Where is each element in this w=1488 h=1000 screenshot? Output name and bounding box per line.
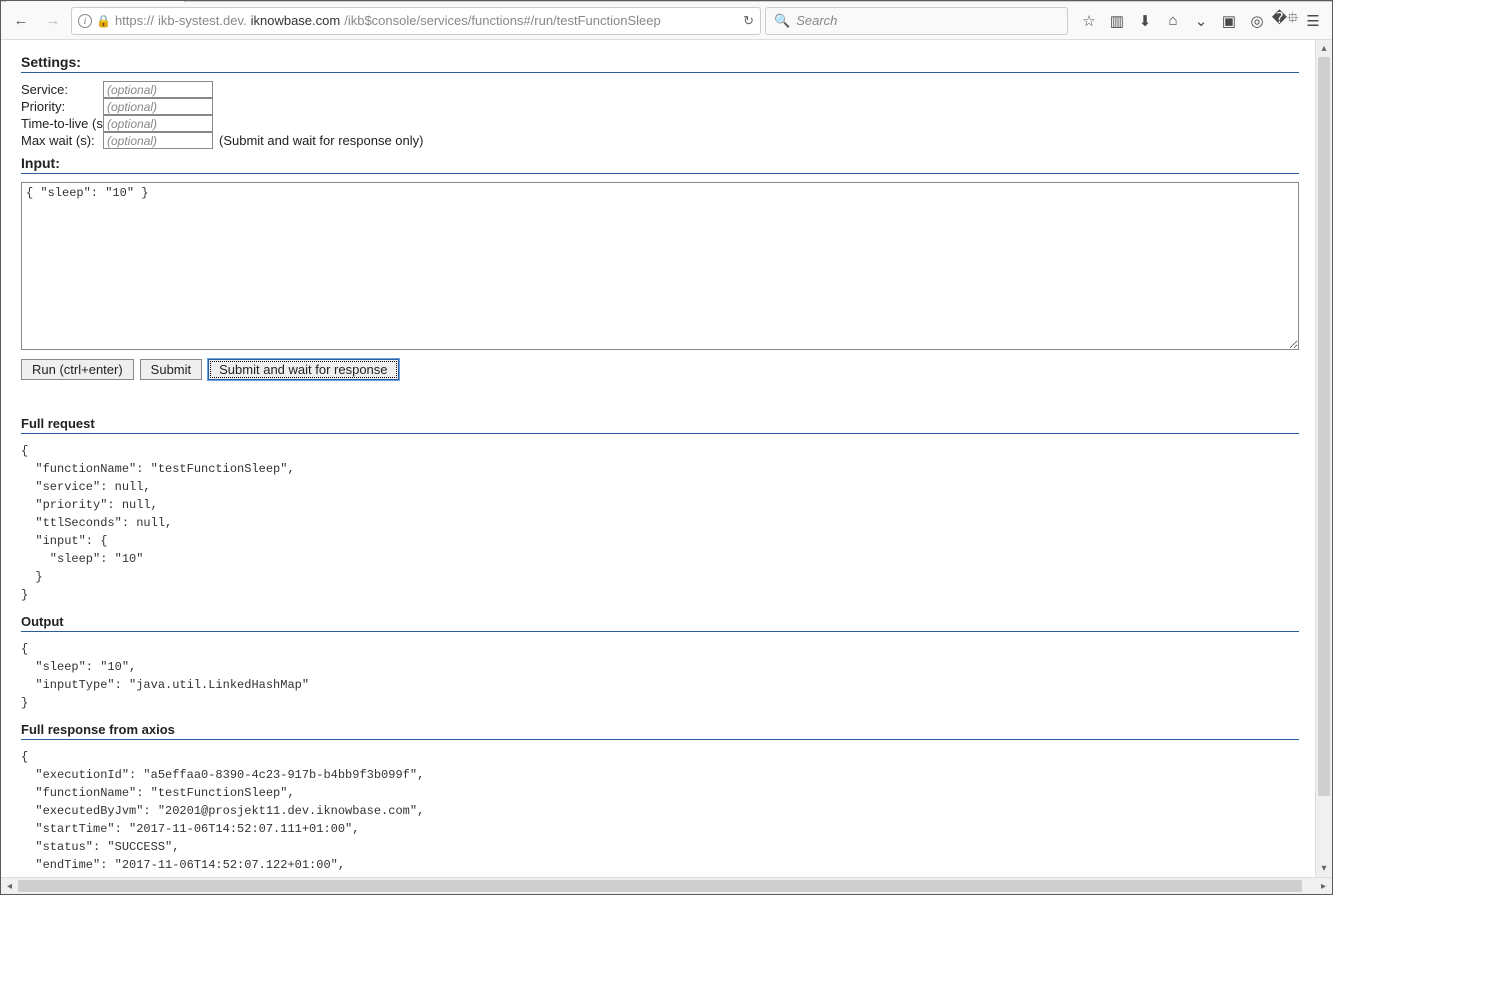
menu-icon[interactable]: ☰: [1300, 7, 1326, 35]
url-host: iknowbase.com: [251, 13, 341, 28]
search-bar[interactable]: 🔍 Search: [765, 7, 1068, 35]
content-wrap: Settings: Service: Priority: Time-to-liv…: [1, 40, 1332, 877]
back-button[interactable]: ←: [7, 7, 35, 35]
pocket-icon[interactable]: ⌄: [1188, 7, 1214, 35]
search-placeholder: Search: [796, 13, 837, 28]
service-input[interactable]: [103, 81, 213, 98]
maxwait-label: Max wait (s):: [21, 133, 101, 148]
scroll-left-icon[interactable]: ◂: [1, 881, 18, 892]
service-label: Service:: [21, 82, 101, 97]
full-request-body: { "functionName": "testFunctionSleep", "…: [21, 442, 1299, 604]
page-content: Settings: Service: Priority: Time-to-liv…: [1, 40, 1315, 877]
address-bar[interactable]: i 🔒 https:// ikb-systest.dev. iknowbase.co…: [71, 7, 761, 35]
button-row: Run (ctrl+enter) Submit Submit and wait …: [21, 359, 1299, 380]
new-tab-button[interactable]: +: [187, 0, 215, 2]
full-response-body: { "executionId": "a5effaa0-8390-4c23-917…: [21, 748, 1299, 877]
reload-icon[interactable]: ↻: [743, 13, 754, 29]
tab-strip: IKB iKnowBase Console × + — ☐ ✕: [1, 0, 1332, 2]
url-path: /ikb$console/services/functions#/run/tes…: [344, 13, 661, 28]
submit-button[interactable]: Submit: [140, 359, 202, 380]
scroll-right-icon[interactable]: ▸: [1315, 881, 1332, 892]
scroll-up-icon[interactable]: ▴: [1316, 40, 1332, 57]
input-heading: Input:: [21, 155, 1299, 174]
input-textarea[interactable]: [21, 182, 1299, 350]
bookmark-star-icon[interactable]: ☆: [1076, 7, 1102, 35]
sync-icon[interactable]: ◎: [1244, 7, 1270, 35]
site-info-icon[interactable]: i: [78, 14, 92, 28]
hscroll-thumb[interactable]: [18, 880, 1302, 892]
maxwait-input[interactable]: [103, 132, 213, 149]
horizontal-scrollbar[interactable]: ◂ ▸: [1, 877, 1332, 894]
settings-grid: Service: Priority: Time-to-live (s): Max…: [21, 81, 1299, 149]
maxwait-hint: (Submit and wait for response only): [219, 133, 1299, 148]
toolbar-icons: ☆ ▥ ⬇ ⌂ ⌄ ▣ ◎ �⯐ ☰: [1072, 7, 1326, 35]
downloads-icon[interactable]: ⬇: [1132, 7, 1158, 35]
browser-window: IKB iKnowBase Console × + — ☐ ✕ ← → i 🔒 …: [0, 0, 1333, 895]
scroll-track[interactable]: [1316, 57, 1332, 860]
run-button[interactable]: Run (ctrl+enter): [21, 359, 134, 380]
forward-button: →: [39, 7, 67, 35]
extension-icon[interactable]: ▣: [1216, 7, 1242, 35]
ttl-label: Time-to-live (s):: [21, 116, 101, 131]
settings-heading: Settings:: [21, 54, 1299, 73]
output-heading: Output: [21, 614, 1299, 632]
screenshot-icon[interactable]: �⯐: [1272, 7, 1298, 35]
full-response-heading: Full response from axios: [21, 722, 1299, 740]
lock-icon: 🔒: [96, 14, 111, 28]
scroll-thumb[interactable]: [1318, 57, 1330, 796]
full-request-heading: Full request: [21, 416, 1299, 434]
ttl-input[interactable]: [103, 115, 213, 132]
navigation-bar: ← → i 🔒 https:// ikb-systest.dev. iknowbas…: [1, 2, 1332, 40]
home-icon[interactable]: ⌂: [1160, 7, 1186, 35]
priority-input[interactable]: [103, 98, 213, 115]
browser-tab[interactable]: IKB iKnowBase Console ×: [5, 0, 185, 2]
scroll-down-icon[interactable]: ▾: [1316, 860, 1332, 877]
output-body: { "sleep": "10", "inputType": "java.util…: [21, 640, 1299, 712]
search-icon: 🔍: [774, 13, 790, 29]
vertical-scrollbar[interactable]: ▴ ▾: [1315, 40, 1332, 877]
submit-wait-button[interactable]: Submit and wait for response: [208, 359, 398, 380]
url-host-prefix: ikb-systest.dev.: [158, 13, 247, 28]
priority-label: Priority:: [21, 99, 101, 114]
url-protocol: https://: [115, 13, 154, 28]
hscroll-track[interactable]: [18, 878, 1315, 894]
library-icon[interactable]: ▥: [1104, 7, 1130, 35]
